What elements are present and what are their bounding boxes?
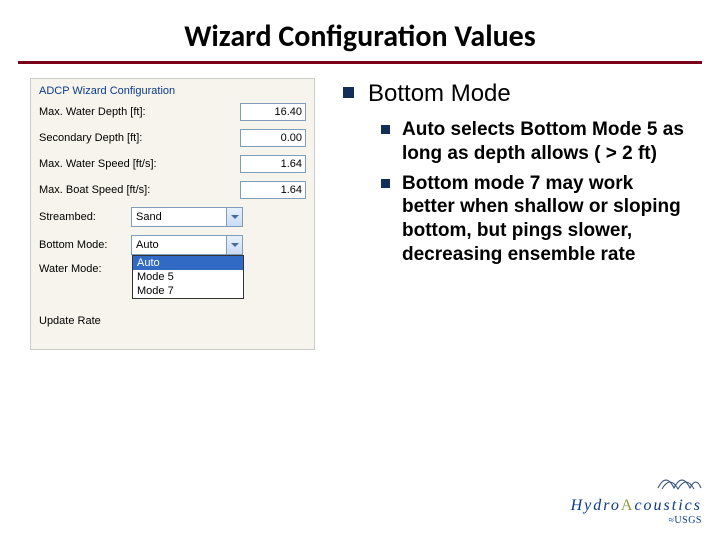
label-max-water-depth: Max. Water Depth [ft]:: [39, 106, 240, 118]
row-bottom-mode: Bottom Mode: Auto Auto Mode 5 Mode 7: [39, 235, 306, 255]
logo-post: coustics: [634, 497, 702, 514]
select-bottom-mode-value: Auto: [132, 239, 226, 251]
logo-a: A: [621, 497, 635, 514]
row-max-boat-speed: Max. Boat Speed [ft/s]:: [39, 181, 306, 199]
bullet-level2: Auto selects Bottom Mode 5 as long as de…: [381, 118, 690, 166]
bullet-text-2: Bottom mode 7 may work better when shall…: [402, 172, 690, 267]
row-streambed: Streambed: Sand: [39, 207, 306, 227]
chevron-down-icon[interactable]: [226, 236, 242, 254]
bullet-text-1: Auto selects Bottom Mode 5 as long as de…: [402, 118, 690, 166]
select-bottom-mode[interactable]: Auto Auto Mode 5 Mode 7: [131, 235, 243, 255]
option-mode-5[interactable]: Mode 5: [133, 270, 243, 284]
input-secondary-depth[interactable]: [240, 129, 306, 147]
chevron-down-icon[interactable]: [226, 208, 242, 226]
label-max-water-speed: Max. Water Speed [ft/s]:: [39, 158, 240, 170]
bullet-column: Bottom Mode Auto selects Bottom Mode 5 a…: [343, 78, 690, 350]
input-max-boat-speed[interactable]: [240, 181, 306, 199]
label-water-mode: Water Mode:: [39, 263, 131, 275]
option-mode-7[interactable]: Mode 7: [133, 284, 243, 298]
row-secondary-depth: Secondary Depth [ft]:: [39, 129, 306, 147]
label-bottom-mode: Bottom Mode:: [39, 239, 131, 251]
input-max-water-speed[interactable]: [240, 155, 306, 173]
option-auto[interactable]: Auto: [133, 256, 243, 270]
logo-subtext: ≈USGS: [571, 515, 702, 526]
bullet-level2: Bottom mode 7 may work better when shall…: [381, 172, 690, 267]
square-bullet-icon: [381, 179, 390, 188]
bullet-heading: Bottom Mode: [368, 80, 511, 108]
label-max-boat-speed: Max. Boat Speed [ft/s]:: [39, 184, 240, 196]
row-max-water-depth: Max. Water Depth [ft]:: [39, 103, 306, 121]
input-max-water-depth[interactable]: [240, 103, 306, 121]
row-update-rate: Update Rate Auto: [39, 311, 306, 331]
select-streambed[interactable]: Sand: [131, 207, 243, 227]
label-update-rate: Update Rate: [39, 315, 131, 327]
label-secondary-depth: Secondary Depth [ft]:: [39, 132, 240, 144]
logo-text: HydroAcoustics: [571, 497, 702, 515]
square-bullet-icon: [343, 87, 354, 98]
bullet-level1: Bottom Mode: [343, 80, 690, 108]
adcp-config-panel: ADCP Wizard Configuration Max. Water Dep…: [30, 78, 315, 350]
select-streambed-value: Sand: [132, 211, 226, 223]
row-max-water-speed: Max. Water Speed [ft/s]:: [39, 155, 306, 173]
content-area: ADCP Wizard Configuration Max. Water Dep…: [0, 78, 720, 350]
label-streambed: Streambed:: [39, 211, 131, 223]
panel-heading: ADCP Wizard Configuration: [39, 85, 306, 97]
slide-title: Wizard Configuration Values: [18, 0, 702, 64]
footer-logo: HydroAcoustics ≈USGS: [571, 468, 702, 526]
bottom-mode-dropdown: Auto Mode 5 Mode 7: [132, 255, 244, 299]
square-bullet-icon: [381, 125, 390, 134]
wave-icon: [656, 468, 702, 492]
logo-pre: Hydro: [571, 497, 621, 514]
